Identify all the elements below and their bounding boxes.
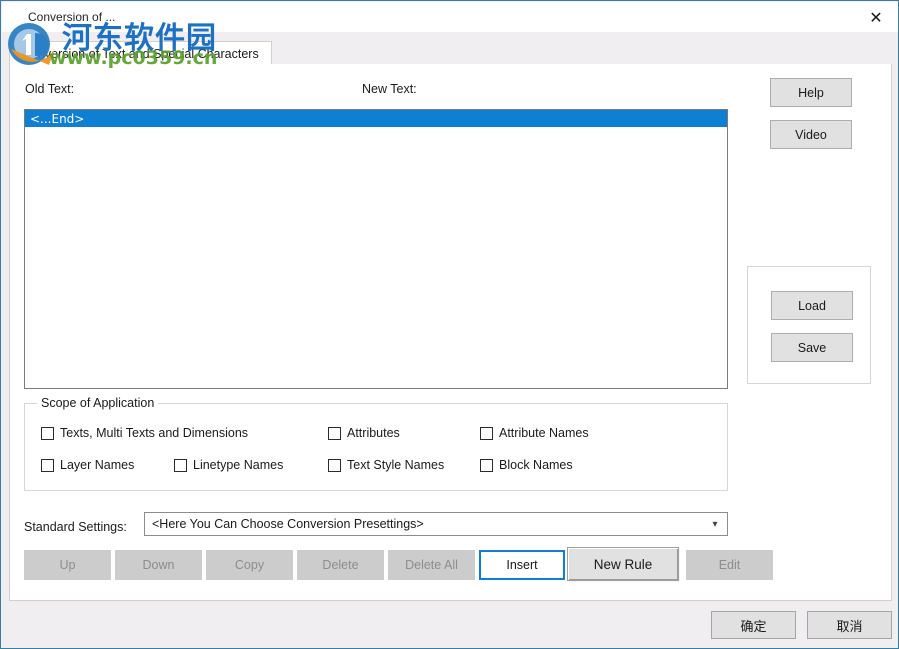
load-button-label: Load (798, 299, 826, 313)
up-button-label: Up (60, 558, 76, 572)
help-button-label: Help (798, 86, 824, 100)
save-button-label: Save (798, 341, 827, 355)
checkbox-box (41, 427, 54, 440)
save-button[interactable]: Save (771, 333, 853, 362)
list-item-label: <...End> (30, 112, 84, 126)
up-button[interactable]: Up (24, 550, 111, 580)
dialog-window: Conversion of ... ✕ 河东软件园 www.pc0359.cn … (0, 0, 899, 649)
close-icon[interactable]: ✕ (853, 2, 899, 32)
down-button[interactable]: Down (115, 550, 202, 580)
down-button-label: Down (143, 558, 175, 572)
edit-button[interactable]: Edit (686, 550, 773, 580)
delete-all-button-label: Delete All (405, 558, 458, 572)
help-button[interactable]: Help (770, 78, 852, 107)
ok-button[interactable]: 确定 (711, 611, 796, 639)
checkbox-label: Block Names (499, 458, 573, 472)
cancel-button-label: 取消 (836, 616, 862, 635)
standard-settings-label: Standard Settings: (24, 520, 127, 534)
checkbox-box (480, 459, 493, 472)
standard-settings-select[interactable]: <Here You Can Choose Conversion Presetti… (144, 512, 728, 536)
checkbox-label: Linetype Names (193, 458, 283, 472)
copy-button-label: Copy (235, 558, 264, 572)
new-text-label: New Text: (362, 82, 417, 96)
new-rule-button-label: New Rule (594, 557, 653, 572)
chevron-down-icon[interactable]: ▾ (703, 519, 727, 530)
checkbox-label: Attribute Names (499, 426, 589, 440)
checkbox-box (328, 459, 341, 472)
checkbox-box (328, 427, 341, 440)
edit-button-label: Edit (719, 558, 741, 572)
tab-page: Old Text: New Text: <...End> Scope of Ap… (9, 64, 892, 601)
load-button[interactable]: Load (771, 291, 853, 320)
old-text-label: Old Text: (25, 82, 74, 96)
scope-group-legend: Scope of Application (37, 396, 158, 410)
video-button-label: Video (795, 128, 827, 142)
checkbox-text-style-names[interactable]: Text Style Names (328, 458, 444, 472)
checkbox-box (41, 459, 54, 472)
tab-strip: Conversion of Text and Special Character… (9, 41, 892, 65)
video-button[interactable]: Video (770, 120, 852, 149)
checkbox-texts-multi-texts-and-dimensions[interactable]: Texts, Multi Texts and Dimensions (41, 426, 248, 440)
tab-label: Conversion of Text and Special Character… (22, 47, 259, 61)
delete-button[interactable]: Delete (297, 550, 384, 580)
checkbox-label: Text Style Names (347, 458, 444, 472)
checkbox-box (174, 459, 187, 472)
checkbox-attributes[interactable]: Attributes (328, 426, 400, 440)
scope-of-application-group: Scope of Application Texts, Multi Texts … (24, 403, 728, 491)
tab-conversion-of-text[interactable]: Conversion of Text and Special Character… (9, 41, 272, 65)
new-rule-button[interactable]: New Rule (567, 547, 679, 581)
checkbox-label: Layer Names (60, 458, 134, 472)
load-save-group: Load Save (747, 266, 871, 384)
rules-list[interactable]: <...End> (24, 109, 728, 389)
checkbox-label: Attributes (347, 426, 400, 440)
checkbox-layer-names[interactable]: Layer Names (41, 458, 134, 472)
insert-button-label: Insert (506, 558, 537, 572)
checkbox-attribute-names[interactable]: Attribute Names (480, 426, 589, 440)
title-bar: Conversion of ... ✕ (2, 2, 899, 32)
window-title: Conversion of ... (28, 10, 115, 24)
checkbox-box (480, 427, 493, 440)
cancel-button[interactable]: 取消 (807, 611, 892, 639)
checkbox-linetype-names[interactable]: Linetype Names (174, 458, 283, 472)
delete-all-button[interactable]: Delete All (388, 550, 475, 580)
copy-button[interactable]: Copy (206, 550, 293, 580)
checkbox-label: Texts, Multi Texts and Dimensions (60, 426, 248, 440)
checkbox-block-names[interactable]: Block Names (480, 458, 573, 472)
standard-settings-value: <Here You Can Choose Conversion Presetti… (145, 517, 703, 531)
list-item[interactable]: <...End> (25, 110, 727, 127)
ok-button-label: 确定 (740, 616, 766, 635)
insert-button[interactable]: Insert (479, 550, 565, 580)
delete-button-label: Delete (322, 558, 358, 572)
